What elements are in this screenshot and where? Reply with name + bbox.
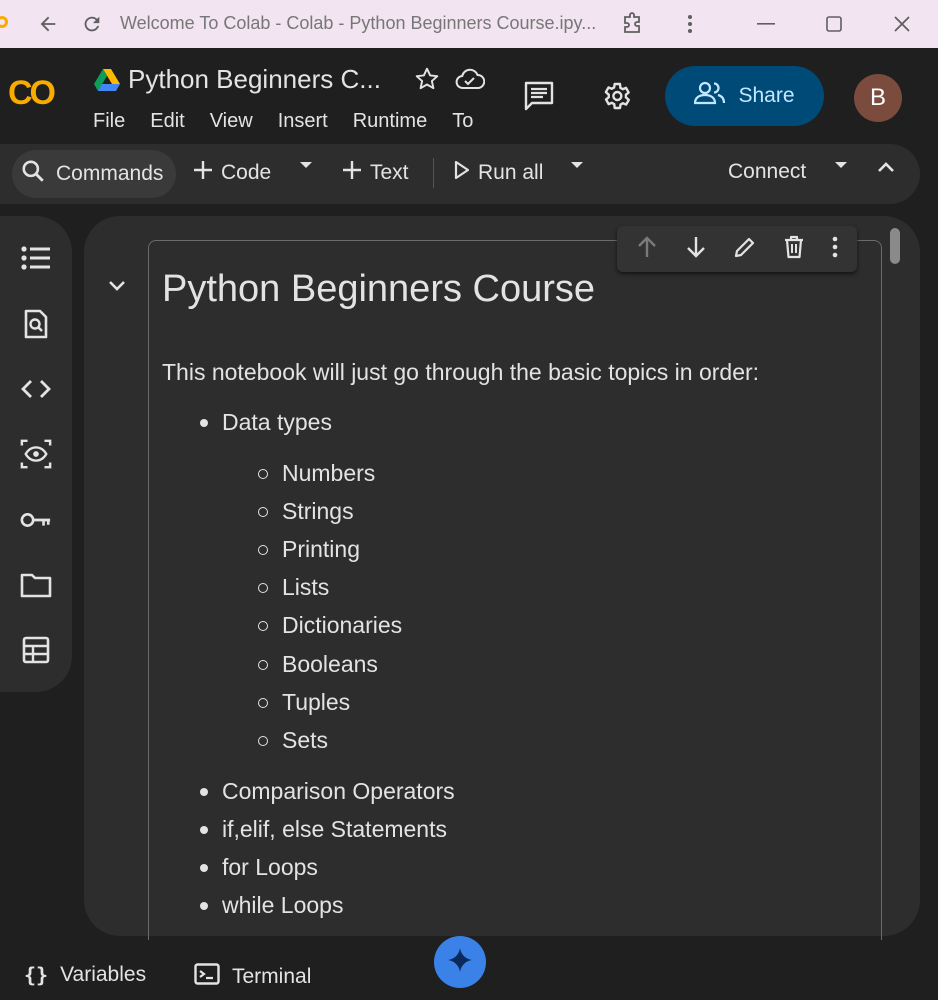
move-cell-up-arrow-icon[interactable] (636, 235, 658, 264)
topic-item: for Loops (222, 854, 318, 880)
settings-gear-icon[interactable] (600, 80, 632, 117)
topic-item: while Loops (222, 892, 344, 918)
connect-dropdown-button[interactable] (833, 160, 849, 170)
bullet-circle (258, 660, 268, 670)
curly-braces-icon: {} (24, 963, 49, 987)
left-sidebar (0, 216, 72, 692)
menu-tools[interactable]: To (452, 110, 473, 136)
menu-view[interactable]: View (210, 110, 253, 136)
bullet-dot (200, 419, 208, 427)
bullet-circle (258, 698, 268, 708)
cell-more-options-icon[interactable] (832, 236, 838, 263)
section-collapse-chevron-down-icon[interactable] (107, 278, 127, 297)
data-table-icon[interactable] (20, 634, 52, 666)
colab-logo[interactable]: CO (8, 74, 56, 113)
variable-inspector-eye-icon[interactable] (20, 438, 52, 470)
bullet-dot (200, 864, 208, 872)
terminal-label: Terminal (232, 965, 312, 988)
google-drive-icon[interactable] (94, 69, 120, 97)
collapse-toolbar-chevron-up-icon[interactable] (876, 160, 896, 174)
connect-label: Connect (728, 160, 807, 183)
share-button[interactable]: Share (665, 66, 824, 126)
menu-edit[interactable]: Edit (150, 110, 184, 136)
bullet-circle (258, 583, 268, 593)
play-icon (454, 160, 470, 186)
bullet-circle (258, 469, 268, 479)
run-all-label: Run all (478, 161, 544, 184)
colab-favicon-icon (0, 16, 8, 28)
back-icon[interactable] (34, 10, 62, 38)
code-snippets-icon[interactable] (20, 373, 52, 405)
subtopic-item: Dictionaries (282, 612, 403, 638)
reload-icon[interactable] (78, 10, 106, 38)
share-label: Share (738, 84, 795, 107)
terminal-button[interactable]: Terminal (194, 963, 311, 991)
plus-icon (193, 160, 213, 186)
star-icon[interactable] (414, 66, 440, 97)
close-icon[interactable] (888, 10, 916, 38)
cell-toolbar (617, 226, 857, 272)
find-replace-icon[interactable] (20, 308, 52, 340)
people-icon (694, 81, 726, 111)
add-text-label: Text (370, 161, 409, 184)
browser-titlebar: Welcome To Colab - Colab - Python Beginn… (0, 0, 938, 48)
add-code-button[interactable]: Code (193, 160, 271, 186)
run-all-button[interactable]: Run all (454, 160, 543, 186)
cloud-saved-icon[interactable] (455, 68, 486, 95)
notebook-scrollbar[interactable] (890, 228, 900, 264)
minimize-icon[interactable] (752, 10, 780, 38)
move-cell-down-arrow-icon[interactable] (685, 235, 707, 264)
delete-trash-icon[interactable] (783, 235, 805, 264)
bullet-circle (258, 621, 268, 631)
table-of-contents-icon[interactable] (20, 242, 52, 274)
subtopic-item: Sets (282, 727, 329, 753)
subtopic-item: Numbers (282, 460, 376, 486)
toolbar-divider (433, 158, 434, 188)
gemini-sparkle-icon (447, 947, 473, 978)
bullet-circle (258, 507, 268, 517)
bullet-dot (200, 826, 208, 834)
search-icon (20, 158, 46, 190)
code-dropdown-button[interactable] (298, 160, 314, 170)
bullet-dot (200, 788, 208, 796)
topic-item: if,elif, else Statements (222, 816, 447, 842)
cell-intro-text: This notebook will just go through the b… (162, 359, 760, 385)
more-vert-icon[interactable] (676, 10, 704, 38)
subtopic-item: Printing (282, 536, 360, 562)
topic-item: Data types (222, 409, 332, 435)
menu-file[interactable]: File (93, 110, 125, 136)
commands-button[interactable]: Commands (12, 150, 176, 198)
bullet-circle (258, 545, 268, 555)
bullet-circle (258, 736, 268, 746)
variables-button[interactable]: {} Variables (24, 963, 146, 987)
gemini-button[interactable] (434, 936, 486, 988)
commands-label: Commands (56, 162, 164, 185)
subtopic-item: Tuples (282, 689, 351, 715)
connect-button[interactable]: Connect (728, 160, 806, 184)
subtopic-item: Strings (282, 498, 354, 524)
terminal-icon (194, 963, 220, 991)
bullet-dot (200, 902, 208, 910)
files-folder-icon[interactable] (20, 569, 52, 601)
edit-pencil-icon[interactable] (733, 235, 757, 264)
add-text-button[interactable]: Text (342, 160, 409, 186)
secrets-key-icon[interactable] (20, 504, 52, 536)
cell-heading: Python Beginners Course (162, 268, 596, 310)
subtopic-item: Lists (282, 574, 330, 600)
notebook-title[interactable]: Python Beginners C... (128, 64, 381, 95)
browser-tab-title: Welcome To Colab - Colab - Python Beginn… (120, 13, 597, 33)
comments-icon[interactable] (523, 80, 555, 117)
maximize-icon[interactable] (820, 10, 848, 38)
subtopic-item: Booleans (282, 651, 378, 677)
topic-item: Comparison Operators (222, 778, 455, 804)
variables-label: Variables (60, 963, 147, 986)
extension-icon[interactable] (618, 10, 646, 38)
plus-icon (342, 160, 362, 186)
menu-insert[interactable]: Insert (278, 110, 328, 136)
run-dropdown-button[interactable] (569, 160, 585, 170)
menu-bar: File Edit View Insert Runtime To (93, 110, 493, 136)
add-code-label: Code (221, 161, 272, 184)
menu-runtime[interactable]: Runtime (353, 110, 427, 136)
user-avatar[interactable]: B (854, 74, 902, 122)
